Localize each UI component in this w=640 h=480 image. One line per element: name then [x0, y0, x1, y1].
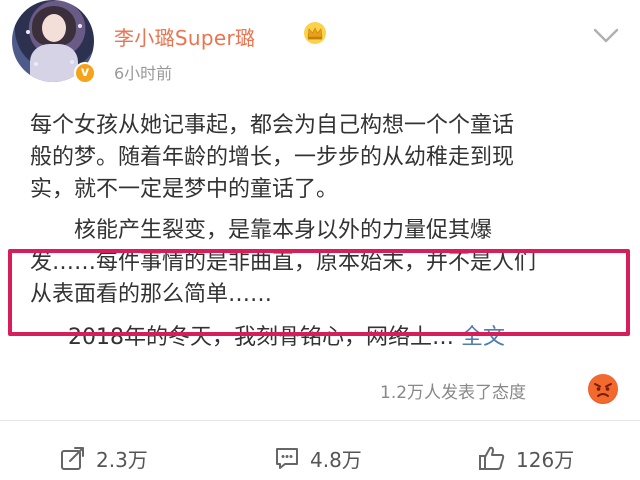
- share-icon: [61, 447, 84, 470]
- crown-icon: [304, 22, 326, 44]
- avatar[interactable]: v: [12, 0, 98, 86]
- chevron-down-icon[interactable]: [591, 26, 621, 46]
- highlight-box: [8, 249, 630, 336]
- username[interactable]: 李小璐Super璐: [114, 22, 255, 51]
- post-text-line: 实，就不一定是梦中的童话了。: [30, 177, 339, 202]
- divider: [0, 420, 640, 421]
- weibo-post: v 李小璐Super璐 6小时前 每个女孩从她记事起，都会为自己构想一个个童话 …: [0, 0, 640, 480]
- like-count: 126万: [516, 447, 575, 472]
- angry-face-icon[interactable]: [588, 374, 618, 404]
- post-text-line: 核能产生裂变，是靠本身以外的力量促其爆: [74, 218, 493, 243]
- post-text-line: 每个女孩从她记事起，都会为自己构想一个个童话: [30, 113, 515, 138]
- verified-badge-icon: v: [74, 62, 96, 84]
- share-count: 2.3万: [96, 447, 148, 472]
- reaction-summary[interactable]: 1.2万人发表了态度: [380, 378, 526, 403]
- share-button[interactable]: 2.3万: [60, 440, 148, 476]
- comment-button[interactable]: 4.8万: [274, 440, 362, 476]
- thumbs-up-icon: [479, 446, 505, 470]
- post-timestamp: 6小时前: [114, 64, 173, 83]
- post-text-line: 般的梦。随着年龄的增长，一步步的从幼稚走到现: [30, 145, 515, 170]
- like-button[interactable]: 126万: [478, 440, 574, 476]
- comment-count: 4.8万: [310, 447, 362, 472]
- comment-icon: [276, 448, 298, 469]
